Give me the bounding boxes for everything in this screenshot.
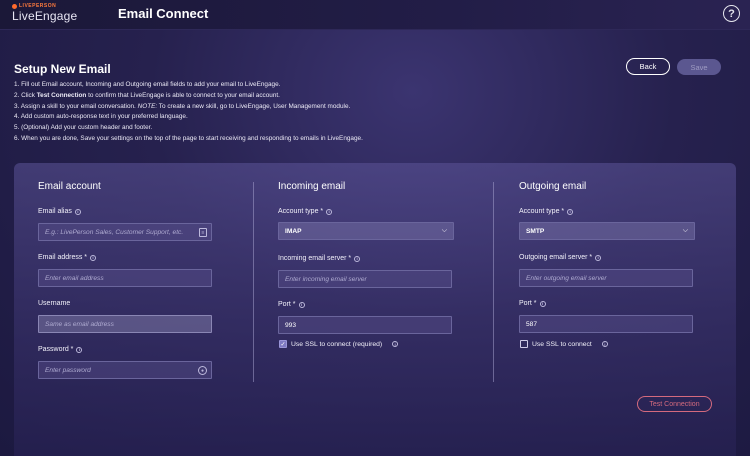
eye-icon[interactable]: ●: [198, 366, 207, 375]
info-icon[interactable]: i: [539, 300, 546, 307]
app-title: Email Connect: [118, 6, 209, 21]
chevron-down-icon: ⌵: [441, 227, 447, 234]
info-icon[interactable]: i: [601, 341, 608, 347]
instruction-item: 6. When you are done, Save your settings…: [14, 134, 363, 142]
incoming-port-input[interactable]: 993: [278, 316, 452, 334]
instruction-item: 2. Click Test Connection to confirm that…: [14, 91, 280, 99]
username-label: Username: [38, 300, 71, 307]
info-icon[interactable]: i: [74, 208, 81, 215]
outgoing-account-type-label: Account type * i: [519, 208, 574, 215]
info-icon[interactable]: i: [326, 208, 333, 215]
incoming-account-type-select[interactable]: IMAP ⌵: [278, 222, 454, 240]
test-connection-button[interactable]: Test Connection: [637, 396, 712, 412]
email-account-title: Email account: [38, 181, 101, 192]
outgoing-server-input[interactable]: Enter outgoing email server: [519, 269, 693, 287]
logo-product-text: LiveEngage: [12, 9, 78, 23]
incoming-server-label: Incoming email server * i: [278, 255, 361, 262]
outgoing-email-title: Outgoing email: [519, 181, 587, 192]
email-address-input[interactable]: Enter email address: [38, 269, 212, 287]
incoming-ssl-checkbox[interactable]: ✓: [279, 340, 287, 348]
liveengage-logo: LIVEPERSON LiveEngage: [12, 3, 77, 23]
outgoing-server-label: Outgoing email server * i: [519, 254, 602, 261]
back-button[interactable]: Back: [626, 58, 670, 75]
column-divider: [493, 182, 494, 382]
outgoing-ssl-checkbox[interactable]: [520, 340, 528, 348]
email-alias-label: Email alias i: [38, 208, 81, 215]
outgoing-port-label: Port * i: [519, 300, 546, 307]
help-icon[interactable]: ?: [723, 5, 740, 22]
info-icon[interactable]: i: [298, 301, 305, 308]
outgoing-account-type-select[interactable]: SMTP ⌵: [519, 222, 695, 240]
info-icon[interactable]: i: [567, 208, 574, 215]
outgoing-port-input[interactable]: 587: [519, 315, 693, 333]
info-icon[interactable]: i: [354, 255, 361, 262]
password-label: Password * i: [38, 346, 83, 353]
info-icon[interactable]: i: [595, 254, 602, 261]
instructions-list: 1. Fill out Email account, Incoming and …: [14, 80, 363, 145]
info-icon[interactable]: i: [90, 254, 97, 261]
outgoing-ssl-label: Use SSL to connect: [532, 340, 592, 348]
password-input[interactable]: Enter password ●: [38, 361, 212, 379]
top-bar: LIVEPERSON LiveEngage Email Connect ?: [0, 0, 750, 30]
instruction-item: 3. Assign a skill to your email conversa…: [14, 102, 351, 110]
column-divider: [253, 182, 254, 382]
email-settings-panel: [14, 163, 736, 456]
outgoing-ssl-row: Use SSL to connect i: [520, 340, 608, 348]
logo-mark-icon: [12, 3, 17, 9]
incoming-email-title: Incoming email: [278, 181, 346, 192]
username-input[interactable]: Same as email address: [38, 315, 212, 333]
incoming-server-input[interactable]: Enter incoming email server: [278, 270, 452, 288]
incoming-port-label: Port * i: [278, 301, 305, 308]
instruction-item: 1. Fill out Email account, Incoming and …: [14, 81, 281, 88]
info-icon[interactable]: i: [76, 346, 83, 353]
page-title: Setup New Email: [14, 62, 111, 76]
incoming-account-type-label: Account type * i: [278, 208, 333, 215]
email-address-label: Email address * i: [38, 254, 97, 261]
chevron-down-icon: ⌵: [682, 227, 688, 234]
instruction-item: 4. Add custom auto-response text in your…: [14, 113, 188, 121]
incoming-ssl-label: Use SSL to connect (required): [291, 340, 383, 348]
incoming-ssl-row: ✓ Use SSL to connect (required) i: [279, 340, 399, 348]
info-icon[interactable]: i: [392, 341, 399, 347]
save-button[interactable]: Save: [677, 59, 721, 75]
contact-card-icon: ≡: [199, 228, 207, 237]
instruction-item: 5. (Optional) Add your custom header and…: [14, 124, 153, 132]
email-alias-input[interactable]: E.g.: LivePerson Sales, Customer Support…: [38, 223, 212, 241]
